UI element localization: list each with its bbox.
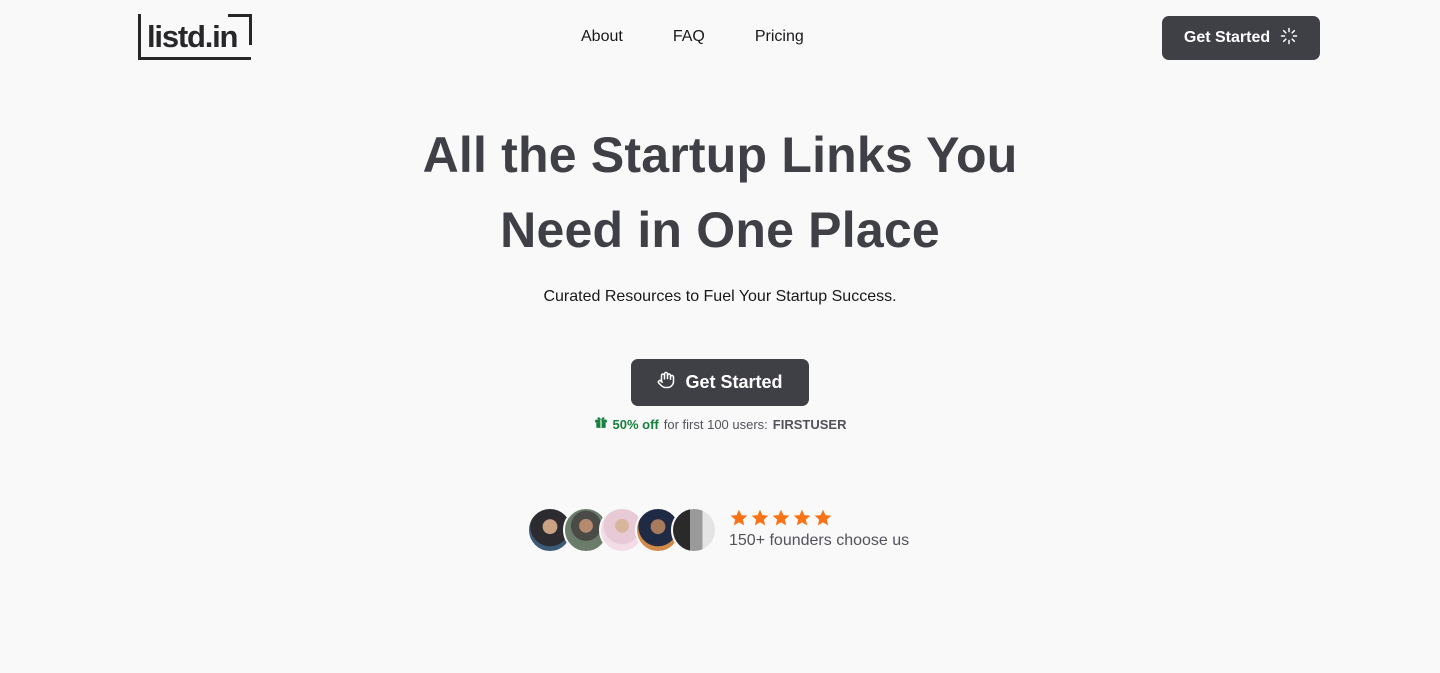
header-get-started-label: Get Started	[1183, 29, 1271, 46]
promo-discount: 50% off	[612, 417, 659, 432]
logo[interactable]: listd.in	[138, 14, 252, 60]
logo-text: listd.in	[147, 19, 239, 54]
nav-link-about[interactable]: About	[568, 25, 648, 49]
hand-icon	[657, 370, 675, 395]
social-proof: 150+ founders choose us	[527, 507, 909, 553]
rating-block: 150+ founders choose us	[729, 508, 909, 552]
founders-count-text: 150+ founders choose us	[729, 532, 910, 549]
nav-link-faq[interactable]: FAQ	[648, 25, 730, 49]
hero-title-line-1: All the Startup Links You	[422, 127, 1018, 183]
nav-link-pricing[interactable]: Pricing	[730, 25, 829, 49]
hero-get-started-label: Get Started	[685, 372, 783, 392]
star-icon	[772, 509, 790, 526]
avatar	[671, 507, 717, 553]
main-nav: About FAQ Pricing	[568, 25, 829, 49]
hero-title-line-2: Need in One Place	[500, 202, 940, 258]
star-rating	[729, 508, 909, 529]
star-icon	[730, 509, 748, 526]
site-header: listd.in About FAQ Pricing Get Started	[0, 0, 1440, 76]
star-icon	[751, 509, 769, 526]
loader-icon	[1280, 27, 1298, 50]
gift-icon	[594, 415, 608, 435]
star-icon	[814, 509, 832, 526]
promo-code: FIRSTUSER	[772, 417, 847, 432]
promo-banner: 50% off for first 100 users: FIRSTUSER	[0, 415, 1440, 435]
header-get-started-button[interactable]: Get Started	[1162, 16, 1320, 60]
hero-title: All the Startup Links You Need in One Pl…	[0, 118, 1440, 268]
promo-text: for first 100 users:	[663, 417, 768, 432]
star-icon	[793, 509, 811, 526]
hero-subtitle: Curated Resources to Fuel Your Startup S…	[543, 288, 897, 305]
avatar-group	[527, 507, 717, 553]
hero-get-started-button[interactable]: Get Started	[631, 359, 809, 406]
